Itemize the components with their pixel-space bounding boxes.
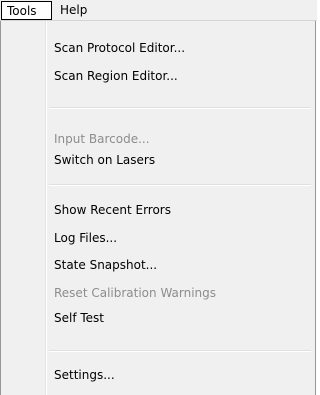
menu-separator bbox=[49, 350, 311, 352]
menu-item-reset-calibration-warnings: Reset Calibration Warnings bbox=[54, 286, 217, 300]
tools-dropdown-menu: Scan Protocol Editor... Scan Region Edit… bbox=[0, 21, 316, 395]
menu-item-switch-on-lasers[interactable]: Switch on Lasers bbox=[54, 150, 155, 170]
icon-gutter-highlight bbox=[46, 21, 47, 395]
menu-item-settings[interactable]: Settings... bbox=[54, 365, 115, 385]
menu-item-self-test[interactable]: Self Test bbox=[54, 308, 104, 328]
menu-item-state-snapshot[interactable]: State Snapshot... bbox=[54, 255, 157, 275]
menu-item-log-files[interactable]: Log Files... bbox=[54, 228, 117, 248]
menu-separator bbox=[49, 184, 311, 186]
menu-item-input-barcode: Input Barcode... bbox=[54, 132, 150, 146]
menu-separator bbox=[49, 107, 311, 109]
menu-bar: Tools Help bbox=[0, 0, 317, 21]
menu-tools[interactable]: Tools bbox=[1, 1, 52, 20]
menu-item-show-recent-errors[interactable]: Show Recent Errors bbox=[54, 200, 171, 220]
menu-item-scan-region-editor[interactable]: Scan Region Editor... bbox=[54, 66, 178, 86]
menu-item-scan-protocol-editor[interactable]: Scan Protocol Editor... bbox=[54, 38, 185, 58]
menu-help[interactable]: Help bbox=[54, 1, 93, 20]
